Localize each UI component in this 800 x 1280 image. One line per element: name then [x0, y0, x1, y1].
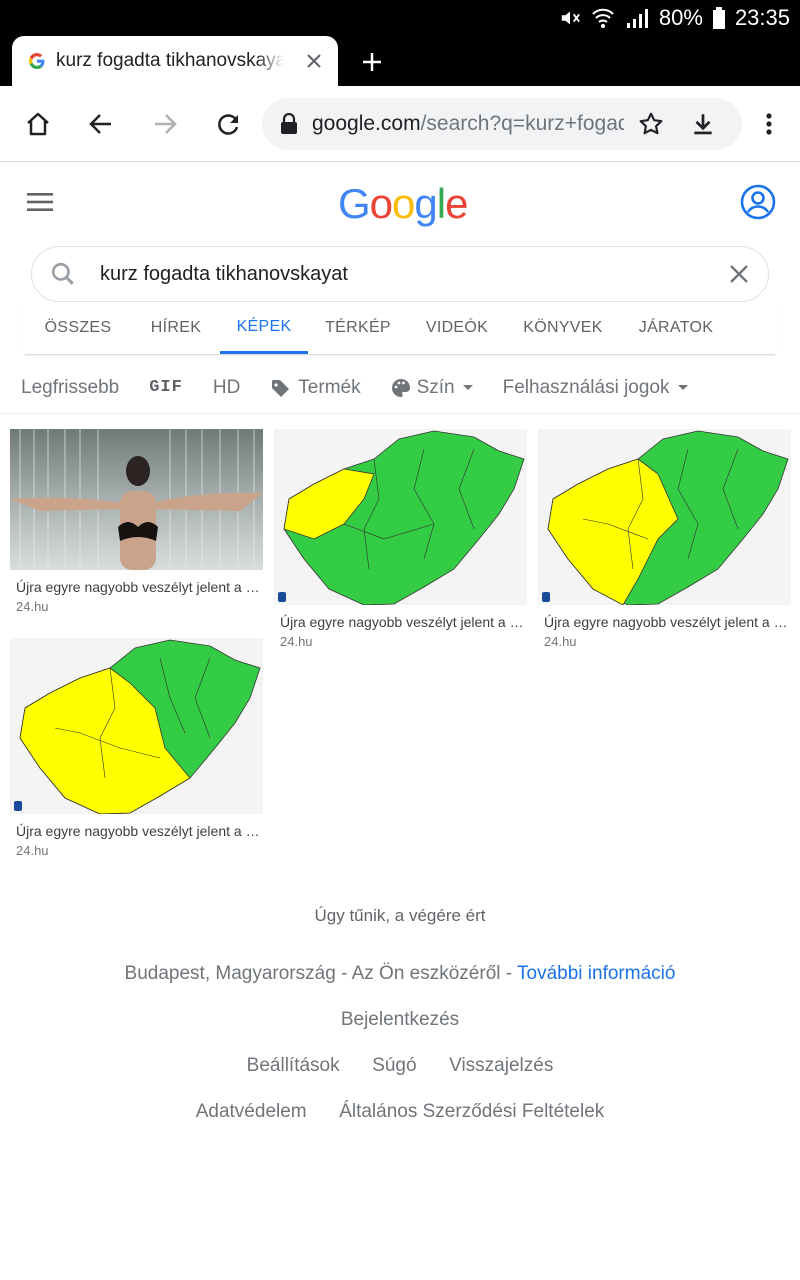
download-icon[interactable] — [690, 111, 716, 137]
search-icon[interactable] — [50, 261, 76, 287]
result-thumbnail-photo[interactable] — [10, 429, 263, 570]
privacy-link[interactable]: Adatvédelem — [196, 1101, 307, 1122]
tab-books[interactable]: KÖNYVEK — [506, 302, 620, 354]
filter-product-label: Termék — [298, 376, 361, 398]
image-result[interactable]: Újra egyre nagyobb veszélyt jelent a hős… — [10, 638, 263, 858]
tab-all[interactable]: ÖSSZES — [24, 302, 132, 354]
chevron-down-icon — [677, 385, 688, 390]
search-query[interactable]: kurz fogadta tikhanovskayat — [100, 263, 348, 286]
terms-link[interactable]: Általános Szerződési Feltételek — [339, 1101, 604, 1122]
filter-color[interactable]: Szín — [391, 377, 473, 399]
more-options-icon[interactable] — [755, 110, 783, 138]
menu-icon[interactable] — [27, 192, 53, 212]
status-bar: 80% 23:35 — [0, 0, 800, 36]
settings-link[interactable]: Beállítások — [247, 1055, 340, 1076]
tab-videos[interactable]: VIDEÓK — [408, 302, 506, 354]
forward-icon[interactable] — [151, 110, 179, 138]
url-bar[interactable]: google.com/search?q=kurz+fogadta+tikhano… — [262, 98, 742, 150]
filter-gif[interactable]: GIF — [149, 378, 183, 397]
footer-links-row: Beállítások Súgó Visszajelzés — [0, 1055, 800, 1077]
filter-color-label: Szín — [416, 376, 455, 398]
image-filters: Legfrissebb GIF HD Termék Szín Felhaszná… — [0, 362, 800, 414]
clock: 23:35 — [734, 5, 790, 30]
result-thumbnail-map[interactable] — [274, 429, 527, 605]
image-result[interactable]: Újra egyre nagyobb veszélyt jelent a hős… — [10, 429, 263, 614]
google-favicon-icon — [28, 53, 45, 70]
palette-icon — [391, 378, 410, 397]
filter-product[interactable]: Termék — [270, 376, 361, 399]
result-source[interactable]: 24.hu — [274, 634, 527, 649]
more-info-link[interactable]: További információ — [517, 963, 675, 984]
mute-icon — [561, 11, 580, 25]
back-icon[interactable] — [87, 110, 115, 138]
result-thumbnail-map[interactable] — [10, 638, 263, 814]
google-logo[interactable]: Google — [338, 180, 468, 228]
logo-letter: o — [392, 180, 415, 227]
battery-icon — [712, 7, 725, 29]
result-caption[interactable]: Újra egyre nagyobb veszélyt jelent a hős… — [10, 823, 263, 839]
google-header: Google — [0, 162, 800, 246]
result-caption[interactable]: Újra egyre nagyobb veszélyt jelent a hős… — [274, 614, 527, 630]
result-caption[interactable]: Újra egyre nagyobb veszélyt jelent a hős… — [538, 614, 791, 630]
result-source[interactable]: 24.hu — [10, 843, 263, 858]
tab-strip: kurz fogadta tikhanovskayat - Google — [0, 36, 800, 86]
tab-maps[interactable]: TÉRKÉP — [308, 302, 408, 354]
new-tab-icon[interactable] — [360, 50, 384, 74]
signin-link: Bejelentkezés — [0, 1009, 800, 1031]
browser-toolbar: google.com/search?q=kurz+fogadta+tikhano… — [0, 86, 800, 162]
battery-percent: 80% — [658, 5, 703, 30]
tab-news[interactable]: HÍREK — [132, 302, 220, 354]
filter-hd[interactable]: HD — [213, 377, 240, 399]
logo-letter: g — [414, 180, 437, 227]
footer-legal-row: Adatvédelem Általános Szerződési Feltéte… — [0, 1101, 800, 1123]
browser-tab[interactable]: kurz fogadta tikhanovskayat - Google — [12, 36, 338, 86]
help-link[interactable]: Súgó — [372, 1055, 416, 1076]
signal-icon — [626, 9, 648, 28]
location-text: Budapest, Magyarország - Az Ön eszközérő… — [124, 963, 518, 984]
signin-link-text[interactable]: Bejelentkezés — [341, 1009, 459, 1030]
logo-letter: l — [436, 180, 446, 227]
tag-icon — [272, 379, 290, 397]
result-thumbnail-map[interactable] — [538, 429, 791, 605]
search-tabs: ÖSSZES HÍREK KÉPEK TÉRKÉP VIDEÓK KÖNYVEK… — [24, 302, 776, 354]
logo-letter: G — [338, 180, 371, 227]
feedback-link[interactable]: Visszajelzés — [449, 1055, 553, 1076]
url-text[interactable]: google.com/search?q=kurz+fogadta+tikhano… — [312, 112, 624, 136]
account-icon[interactable] — [740, 184, 776, 220]
filter-latest[interactable]: Legfrissebb — [21, 377, 119, 399]
star-icon[interactable] — [638, 111, 664, 137]
image-result[interactable]: Újra egyre nagyobb veszélyt jelent a hős… — [274, 429, 527, 649]
tab-title: kurz fogadta tikhanovskayat - Google — [56, 50, 284, 71]
lock-icon[interactable] — [280, 113, 298, 135]
result-source[interactable]: 24.hu — [10, 599, 263, 614]
tab-flights[interactable]: JÁRATOK — [620, 302, 732, 354]
close-tab-icon[interactable] — [304, 51, 324, 71]
logo-letter: o — [369, 180, 393, 227]
reload-icon[interactable] — [215, 110, 243, 138]
clear-search-icon[interactable] — [728, 263, 750, 285]
tab-images[interactable]: KÉPEK — [220, 302, 308, 354]
home-icon[interactable] — [24, 110, 52, 138]
result-source[interactable]: 24.hu — [538, 634, 791, 649]
search-box[interactable]: kurz fogadta tikhanovskayat — [31, 246, 769, 302]
end-of-results: Úgy tűnik, a végére ért — [314, 906, 486, 925]
location-line: Budapest, Magyarország - Az Ön eszközérő… — [0, 963, 800, 985]
filter-rights-label: Felhasználási jogok — [502, 376, 670, 398]
wifi-icon — [592, 8, 614, 28]
image-result[interactable]: Újra egyre nagyobb veszélyt jelent a hős… — [538, 429, 791, 649]
logo-letter: e — [445, 180, 468, 227]
result-caption[interactable]: Újra egyre nagyobb veszélyt jelent a hős… — [10, 579, 263, 595]
filter-rights[interactable]: Felhasználási jogok — [503, 377, 688, 399]
chevron-down-icon — [462, 385, 473, 390]
